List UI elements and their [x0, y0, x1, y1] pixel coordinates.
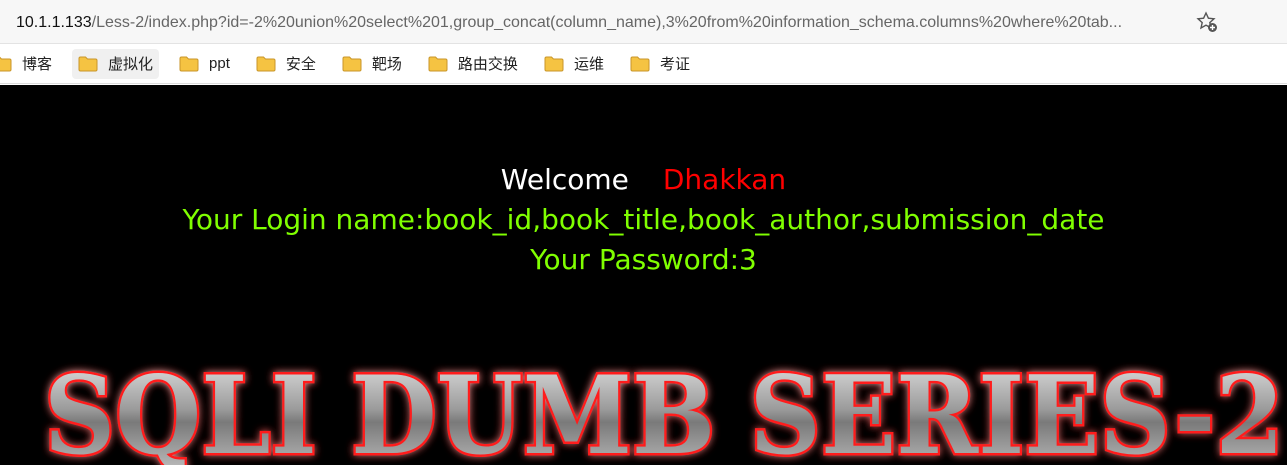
folder-icon: [256, 56, 276, 71]
bookmark-label: 虚拟化: [108, 56, 154, 73]
login-name-result: Your Login name:book_id,book_title,book_…: [182, 203, 1105, 236]
user-name: Dhakkan: [662, 163, 787, 196]
url-text[interactable]: 10.1.1.133/Less-2/index.php?id=-2%20unio…: [16, 12, 1196, 34]
folder-icon: [78, 56, 98, 71]
star-plus-icon[interactable]: [1194, 10, 1220, 34]
bookmark-folder-ppt[interactable]: ppt: [173, 49, 236, 79]
bookmark-folder-certification[interactable]: 考证: [624, 49, 696, 79]
address-bar[interactable]: 10.1.1.133/Less-2/index.php?id=-2%20unio…: [0, 0, 1287, 44]
folder-icon: [428, 56, 448, 71]
banner-text: SQLI DUMB SERIES-2: [44, 355, 1284, 465]
bookmark-label: 博客: [22, 56, 53, 73]
bookmark-label: 靶场: [371, 56, 402, 73]
folder-icon: [630, 56, 650, 71]
welcome-text: Welcome: [500, 163, 629, 196]
url-path: /Less-2/index.php?id=-2%20union%20select…: [91, 14, 1123, 31]
bookmark-label: 路由交换: [457, 56, 518, 73]
bookmark-folder-routing-switching[interactable]: 路由交换: [422, 49, 524, 79]
bookmark-label: 安全: [285, 56, 316, 73]
bookmark-folder-ops[interactable]: 运维: [538, 49, 610, 79]
folder-icon: [544, 56, 564, 71]
bookmark-folder-virtualization[interactable]: 虚拟化: [72, 48, 160, 79]
bookmark-folder-blog[interactable]: 博客: [0, 49, 58, 79]
page-content: Welcome Dhakkan Your Login name:book_id,b…: [0, 85, 1287, 465]
bookmark-folder-range[interactable]: 靶场: [336, 49, 408, 79]
bookmark-folder-security[interactable]: 安全: [250, 49, 322, 79]
bookmark-label: ppt: [209, 55, 230, 72]
url-host: 10.1.1.133: [16, 14, 92, 31]
sqli-dumb-series-banner: SQLI DUMB SERIES-2: [42, 355, 1287, 465]
bookmark-label: 考证: [659, 56, 690, 73]
bookmarks-bar: 博客 虚拟化 ppt 安全 靶场 路由交换 运维 考证: [0, 44, 1287, 84]
browser-chrome: 10.1.1.133/Less-2/index.php?id=-2%20unio…: [0, 0, 1287, 85]
welcome-line: Welcome Dhakkan: [0, 163, 1287, 196]
folder-icon: [342, 56, 362, 71]
folder-icon: [0, 56, 12, 71]
folder-icon: [179, 56, 199, 71]
password-result: Your Password:3: [530, 243, 757, 276]
bookmark-label: 运维: [573, 56, 604, 73]
